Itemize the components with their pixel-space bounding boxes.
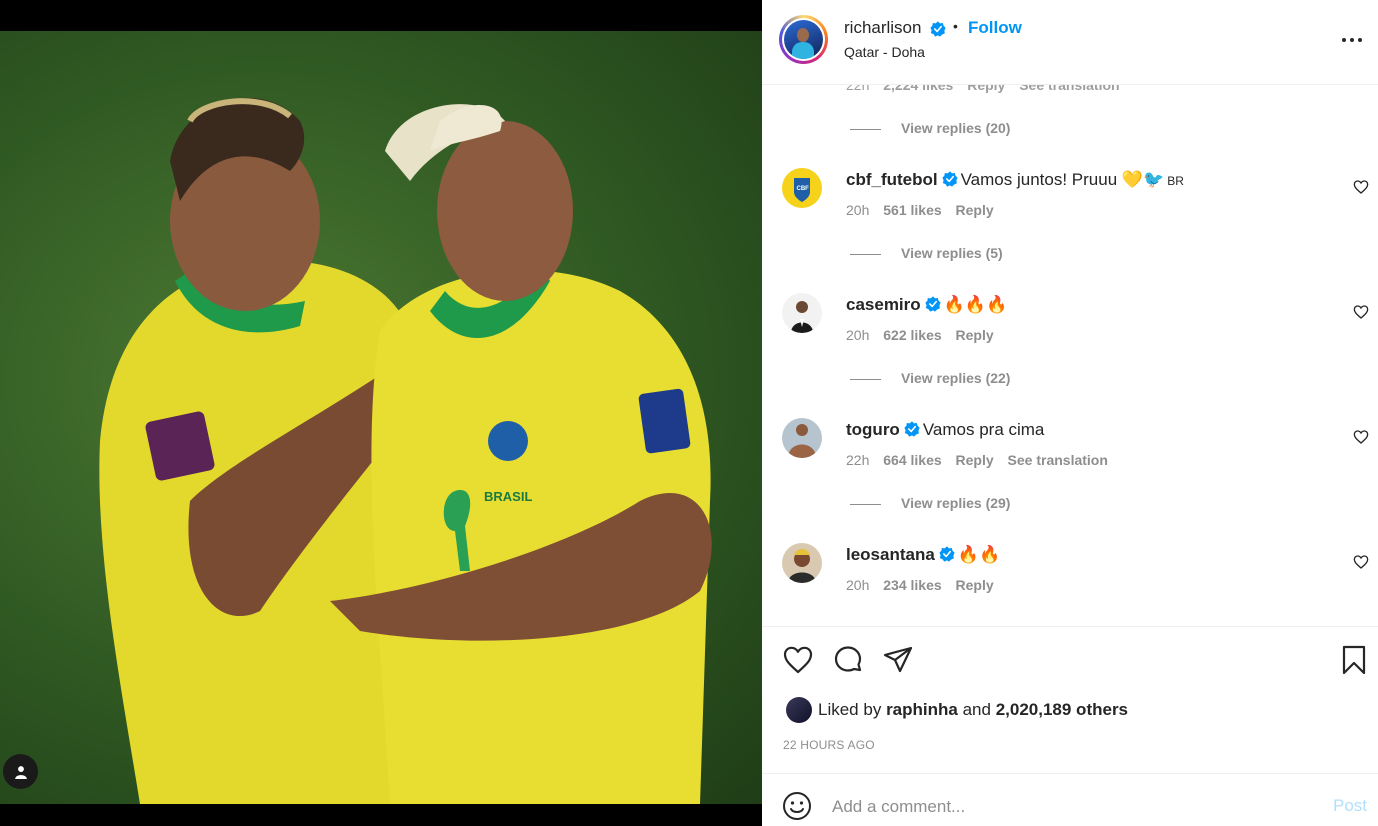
heart-icon[interactable]: [1353, 554, 1369, 570]
comment-meta: 20h 561 likes Reply: [846, 202, 1004, 218]
heart-icon[interactable]: [782, 644, 814, 676]
commenter-avatar[interactable]: [782, 543, 822, 583]
comment-time: 20h: [846, 327, 870, 343]
comment-text-row: toguro Vamos pra cima: [846, 420, 1044, 440]
comment-body: 🔥🔥: [957, 545, 1001, 564]
share-icon[interactable]: [882, 644, 914, 676]
comment-likes[interactable]: 234 likes: [883, 577, 941, 593]
view-replies-button[interactable]: View replies (22): [850, 370, 1010, 386]
post-timestamp[interactable]: 22 HOURS AGO: [783, 738, 875, 752]
comment-composer: Post: [762, 773, 1378, 826]
comment-likes[interactable]: 622 likes: [883, 327, 941, 343]
svg-text:BRASIL: BRASIL: [484, 489, 532, 504]
post-comment-button[interactable]: Post: [1333, 796, 1367, 816]
view-replies-button[interactable]: View replies (29): [850, 495, 1010, 511]
reply-button[interactable]: Reply: [956, 577, 994, 593]
comment-input[interactable]: [832, 794, 1302, 820]
more-icon[interactable]: [1340, 30, 1364, 50]
comment-text-row: casemiro 🔥🔥🔥: [846, 295, 1007, 315]
comment-icon[interactable]: [832, 644, 864, 676]
liker-username[interactable]: raphinha: [886, 700, 958, 719]
post-header: richarlison • Follow Qatar - Doha: [762, 0, 1378, 85]
liker-avatar[interactable]: [786, 697, 812, 723]
post-sidebar: richarlison • Follow Qatar - Doha 22h 2,…: [762, 0, 1378, 826]
author-avatar[interactable]: [779, 15, 828, 64]
comment-time: 22h: [846, 452, 870, 468]
heart-icon[interactable]: [1353, 179, 1369, 195]
comment-meta: 22h 664 likes Reply See translation: [846, 452, 1118, 468]
comment-username[interactable]: leosantana: [846, 545, 935, 564]
comment-time: 20h: [846, 202, 870, 218]
likes-middle: and: [962, 700, 991, 719]
reply-button[interactable]: Reply: [956, 202, 994, 218]
likes-others[interactable]: 2,020,189 others: [996, 700, 1128, 719]
reply-button[interactable]: Reply: [956, 327, 994, 343]
svg-text:CBF: CBF: [797, 186, 810, 192]
comment-body: Vamos juntos! Pruuu 💛🐦: [960, 170, 1165, 189]
comment-likes[interactable]: 2,224 likes: [883, 85, 953, 93]
post-media-pane: BRASIL: [0, 0, 762, 826]
follow-button[interactable]: Follow: [968, 18, 1022, 38]
see-translation-button[interactable]: See translation: [1008, 452, 1108, 468]
likes-summary[interactable]: Liked by raphinha and 2,020,189 others: [818, 700, 1128, 720]
comment-body: 🔥🔥🔥: [943, 295, 1008, 314]
heart-icon[interactable]: [1353, 304, 1369, 320]
view-replies-button[interactable]: View replies (5): [850, 245, 1003, 261]
post-photo[interactable]: BRASIL: [0, 31, 762, 804]
commenter-avatar[interactable]: [782, 293, 822, 333]
comment-meta: 20h 622 likes Reply: [846, 327, 1004, 343]
verified-icon: [930, 21, 946, 37]
comment-text-row: leosantana 🔥🔥: [846, 545, 1000, 565]
commenter-avatar[interactable]: CBF: [782, 168, 822, 208]
flag-text: BR: [1167, 174, 1184, 188]
comment-time: 22h: [846, 85, 870, 93]
bookmark-icon[interactable]: [1338, 644, 1370, 676]
comment-body: Vamos pra cima: [922, 420, 1045, 439]
commenter-avatar[interactable]: [782, 418, 822, 458]
reply-button[interactable]: Reply: [956, 452, 994, 468]
comment-meta: 20h 234 likes Reply: [846, 577, 1004, 593]
emoji-icon[interactable]: [782, 791, 812, 821]
reply-button[interactable]: Reply: [967, 85, 1005, 93]
post-actions: Liked by raphinha and 2,020,189 others 2…: [762, 626, 1378, 826]
heart-icon[interactable]: [1353, 429, 1369, 445]
header-separator: •: [953, 18, 958, 34]
comment-meta-partial: 22h 2,224 likes Reply See translation: [846, 85, 1130, 93]
comment-username[interactable]: cbf_futebol: [846, 170, 938, 189]
post-location[interactable]: Qatar - Doha: [844, 44, 925, 60]
verified-icon: [925, 296, 941, 312]
tagged-users-button[interactable]: [3, 754, 38, 789]
verified-icon: [939, 546, 955, 562]
see-translation-button[interactable]: See translation: [1019, 85, 1119, 93]
comment-time: 20h: [846, 577, 870, 593]
user-tag-icon: [14, 765, 27, 779]
comment-likes[interactable]: 664 likes: [883, 452, 941, 468]
players-illustration: BRASIL: [99, 97, 712, 804]
likes-prefix: Liked by: [818, 700, 882, 719]
comment-text-row: cbf_futebol Vamos juntos! Pruuu 💛🐦 BR: [846, 170, 1184, 190]
verified-icon: [904, 421, 920, 437]
comment-likes[interactable]: 561 likes: [883, 202, 941, 218]
view-replies-button[interactable]: View replies (20): [850, 120, 1010, 136]
verified-icon: [942, 171, 958, 187]
comments-list[interactable]: 22h 2,224 likes Reply See translation Vi…: [762, 85, 1378, 626]
comment-username[interactable]: toguro: [846, 420, 900, 439]
comment-username[interactable]: casemiro: [846, 295, 921, 314]
author-username[interactable]: richarlison: [844, 18, 921, 38]
